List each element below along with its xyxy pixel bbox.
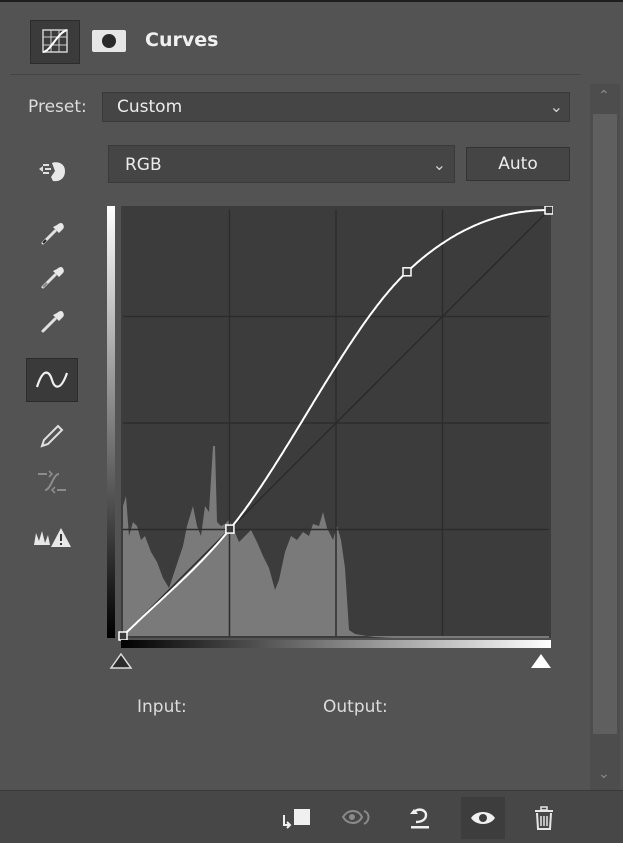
input-gradient-bar bbox=[121, 640, 551, 648]
curve-control-point[interactable] bbox=[118, 631, 128, 641]
sample-gray-point-eyedropper-icon[interactable] bbox=[26, 256, 78, 300]
sample-black-point-eyedropper-icon[interactable] bbox=[26, 212, 78, 256]
black-point-slider[interactable] bbox=[109, 652, 133, 669]
preset-label: Preset: bbox=[28, 97, 87, 117]
reset-defaults-icon[interactable] bbox=[398, 797, 442, 839]
curves-properties-panel: Curves Preset: Custom ⌄ RGB ⌄ Auto Input… bbox=[0, 0, 623, 843]
input-label: Input: bbox=[137, 697, 187, 717]
channel-dropdown[interactable]: RGB ⌄ bbox=[108, 145, 455, 183]
scroll-thumb[interactable] bbox=[593, 114, 617, 734]
targeted-adjustment-hand-icon[interactable] bbox=[26, 150, 78, 194]
clip-to-layer-icon[interactable] bbox=[275, 797, 319, 839]
panel-title: Curves bbox=[145, 29, 219, 51]
output-label: Output: bbox=[323, 697, 388, 717]
panel-header: Curves bbox=[0, 2, 623, 74]
white-point-slider[interactable] bbox=[531, 654, 551, 668]
clipping-warning-icon[interactable] bbox=[26, 516, 78, 560]
curves-graph[interactable] bbox=[107, 205, 554, 682]
scroll-down-icon[interactable]: ⌄ bbox=[598, 766, 610, 782]
chevron-down-icon: ⌄ bbox=[549, 97, 563, 116]
view-previous-state-icon[interactable] bbox=[335, 797, 379, 839]
preset-dropdown[interactable]: Custom ⌄ bbox=[102, 92, 570, 122]
preset-value: Custom bbox=[117, 97, 183, 117]
edit-points-curve-icon[interactable] bbox=[26, 358, 78, 402]
sample-white-point-eyedropper-icon[interactable] bbox=[26, 300, 78, 344]
toggle-visibility-icon[interactable] bbox=[461, 797, 505, 839]
channel-value: RGB bbox=[125, 155, 162, 175]
draw-pencil-icon[interactable] bbox=[26, 414, 78, 458]
panel-footer bbox=[0, 790, 623, 843]
curve-control-point[interactable] bbox=[544, 205, 554, 215]
layer-mask-icon[interactable] bbox=[92, 30, 126, 52]
adjustment-layer-curves-icon[interactable] bbox=[30, 20, 80, 64]
scroll-up-icon[interactable]: ⌃ bbox=[598, 88, 610, 104]
chevron-down-icon: ⌄ bbox=[432, 155, 446, 174]
curve-control-point[interactable] bbox=[402, 267, 412, 277]
output-gradient-bar bbox=[107, 206, 115, 638]
curve-control-point[interactable] bbox=[225, 524, 235, 534]
divider bbox=[10, 74, 580, 75]
smooth-curve-icon[interactable] bbox=[26, 460, 78, 504]
auto-button[interactable]: Auto bbox=[466, 147, 570, 181]
vertical-scrollbar[interactable]: ⌃ ⌄ bbox=[590, 84, 620, 790]
delete-icon[interactable] bbox=[522, 797, 566, 839]
